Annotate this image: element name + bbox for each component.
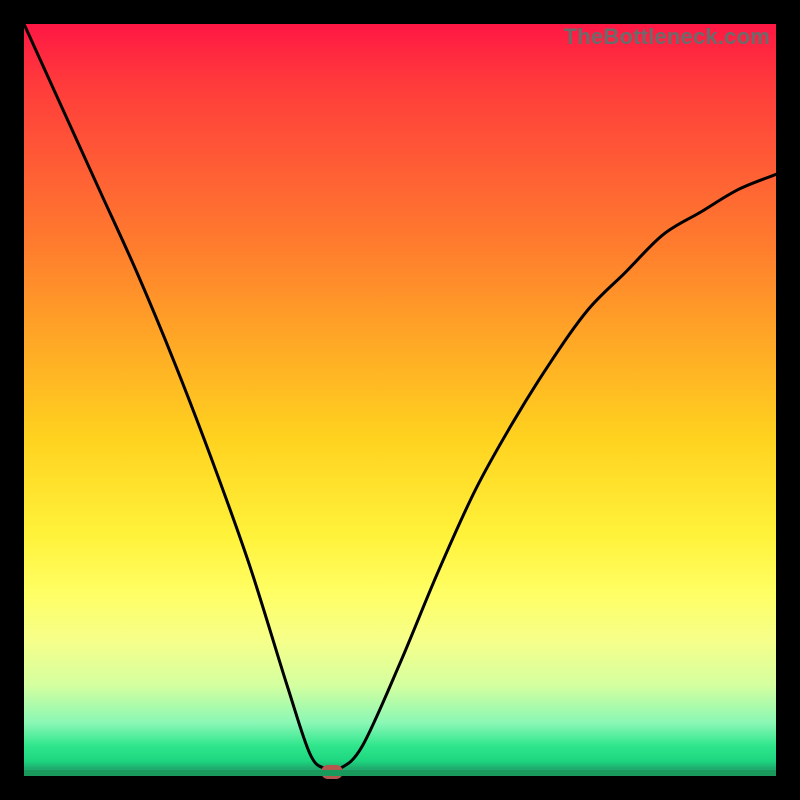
bottleneck-curve <box>24 24 776 776</box>
chart-frame: TheBottleneck.com <box>0 0 800 800</box>
minimum-marker <box>321 765 343 779</box>
plot-area: TheBottleneck.com <box>24 24 776 776</box>
watermark-text: TheBottleneck.com <box>564 24 770 50</box>
